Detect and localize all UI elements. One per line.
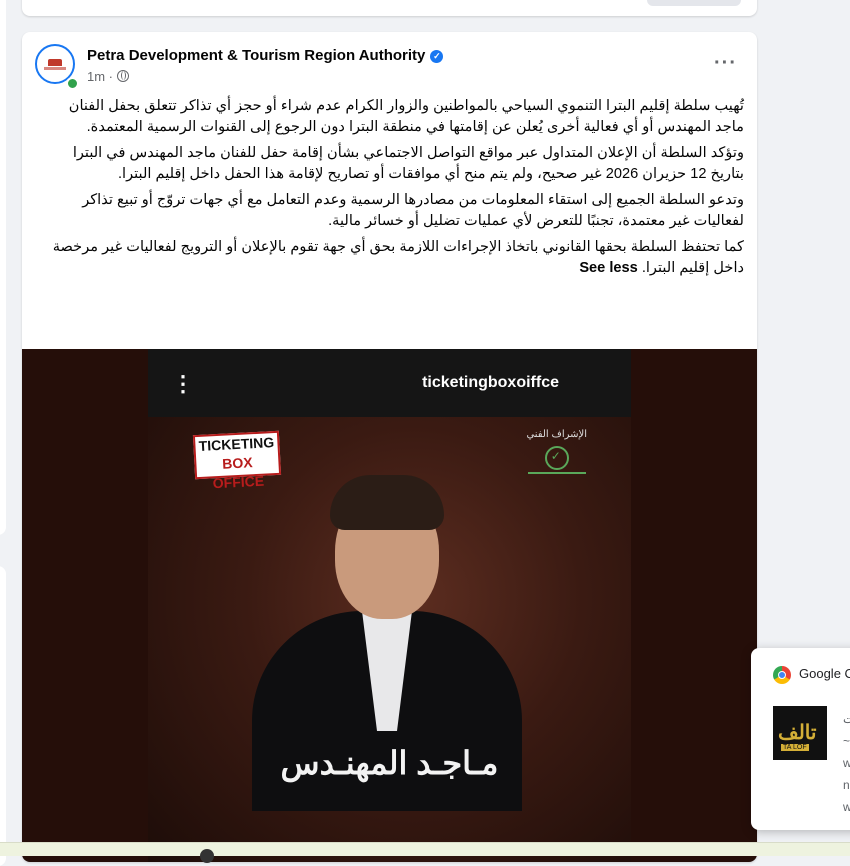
sponsor-label: الإشراف الفني bbox=[526, 429, 587, 440]
left-column-card-bottom bbox=[0, 566, 6, 866]
previous-post-card bbox=[22, 0, 757, 16]
page-name-link[interactable]: Petra Development & Tourism Region Autho… bbox=[87, 47, 444, 64]
post-paragraph-3: وتدعو السلطة الجميع إلى استقاء المعلومات… bbox=[82, 192, 744, 229]
globe-icon bbox=[116, 70, 129, 82]
bottom-taskbar bbox=[0, 842, 850, 863]
poster-username: ticketingboxoiffce bbox=[422, 374, 559, 391]
poster-header-bar: ⋮ ticketingboxoiffce bbox=[148, 349, 631, 417]
facebook-post: Petra Development & Tourism Region Autho… bbox=[22, 32, 757, 862]
sponsor-logo-icon bbox=[544, 446, 569, 470]
post-photo[interactable]: ⋮ ticketingboxoiffce TICKETING BOX OFFIC… bbox=[22, 349, 757, 862]
concert-poster-image: ⋮ ticketingboxoiffce TICKETING BOX OFFIC… bbox=[148, 349, 631, 862]
chrome-notification[interactable]: Google C تالف TA LOF ت ~ w n w bbox=[751, 648, 850, 830]
notification-body: ت ~ w n w bbox=[843, 708, 850, 818]
online-status-dot bbox=[66, 77, 79, 90]
thumbnail-logo-sub: TA LOF bbox=[781, 744, 809, 751]
post-paragraph-4-text: كما تحتفظ السلطة بحقها القانوني باتخاذ ا… bbox=[52, 239, 744, 276]
kebab-menu-icon: ⋮ bbox=[172, 371, 194, 396]
notification-line-1: ت bbox=[843, 712, 850, 726]
artist-hair bbox=[330, 475, 444, 530]
notification-line-5: w bbox=[843, 800, 850, 814]
notification-line-3: w bbox=[843, 756, 850, 770]
post-paragraph-2: وتؤكد السلطة أن الإعلان المتداول عبر موا… bbox=[72, 145, 744, 182]
post-paragraph-4: كما تحتفظ السلطة بحقها القانوني باتخاذ ا… bbox=[46, 237, 744, 279]
petra-logo-base bbox=[44, 67, 66, 70]
notification-line-2: ~ bbox=[843, 734, 850, 748]
left-column-card-top bbox=[0, 0, 6, 535]
post-time: 1m · bbox=[87, 69, 117, 84]
chrome-icon bbox=[773, 666, 791, 684]
ticketing-box-office-logo: TICKETING BOX OFFICE bbox=[192, 430, 282, 491]
see-less-link[interactable]: See less bbox=[579, 260, 637, 276]
thumbnail-logo-text: تالف bbox=[778, 722, 817, 744]
stamp-line-2: BOX OFFICE bbox=[212, 454, 265, 492]
notification-title: Google C bbox=[799, 666, 850, 681]
sponsor-logo-line bbox=[527, 472, 586, 474]
previous-post-button[interactable] bbox=[647, 0, 741, 6]
page-name-text: Petra Development & Tourism Region Autho… bbox=[87, 47, 426, 64]
sponsor-block: الإشراف الفني bbox=[526, 429, 587, 474]
notification-line-4: n bbox=[843, 778, 850, 792]
more-options-button[interactable]: ··· bbox=[714, 52, 737, 75]
post-paragraph-1: تُهيب سلطة إقليم البترا التنموي السياحي … bbox=[68, 98, 744, 135]
notification-thumbnail: تالف TA LOF bbox=[773, 706, 827, 760]
taskbar-icon[interactable] bbox=[200, 849, 214, 863]
post-meta[interactable]: 1m · bbox=[87, 69, 129, 84]
artist-name-title: مـاجـد المهنـدس bbox=[280, 745, 499, 781]
verified-badge-icon: ✓ bbox=[430, 50, 444, 63]
post-body: تُهيب سلطة إقليم البترا التنموي السياحي … bbox=[46, 96, 744, 284]
petra-logo-icon bbox=[48, 59, 62, 66]
